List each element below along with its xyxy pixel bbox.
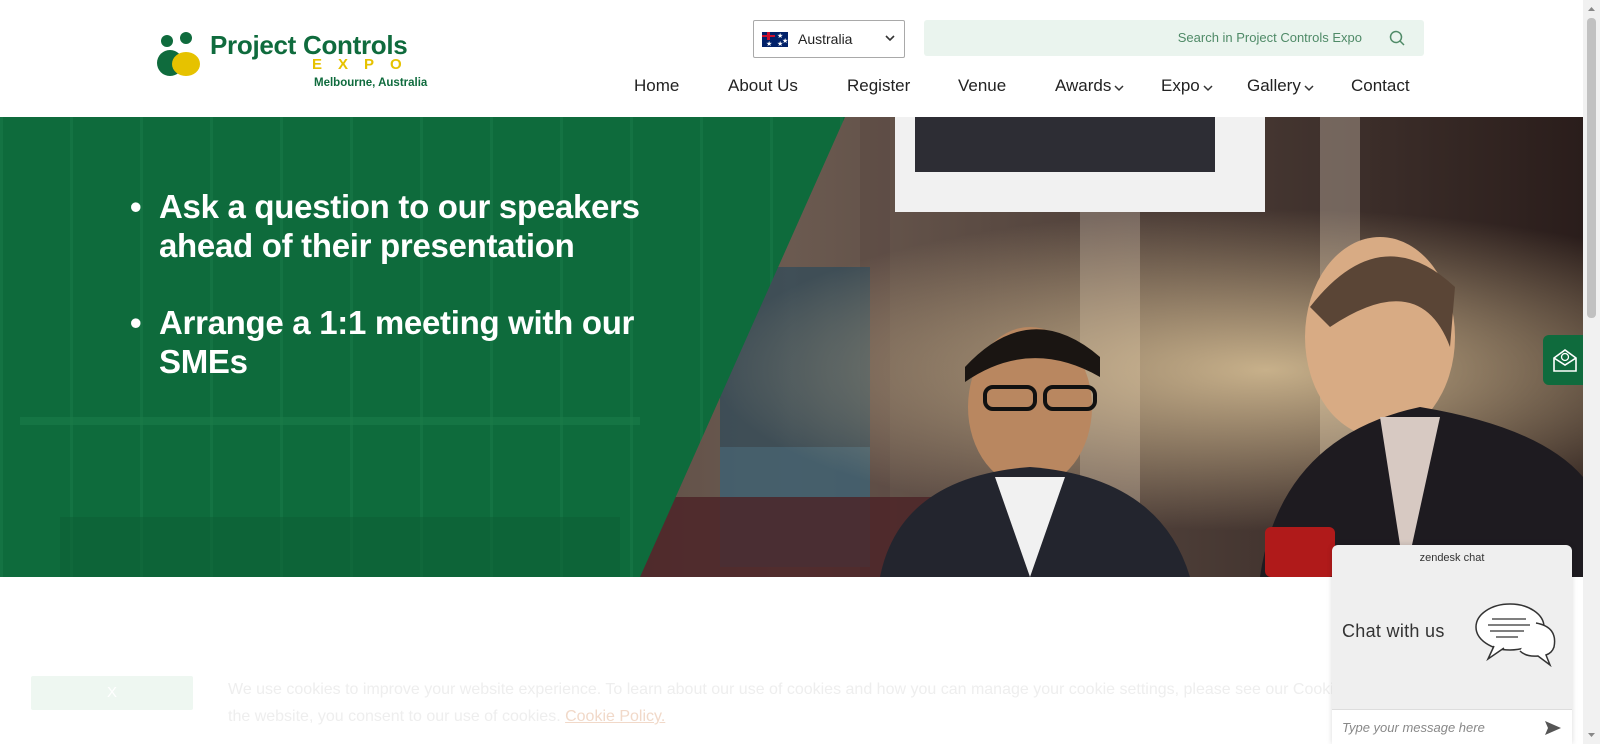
search-icon[interactable] [1388,29,1406,47]
chat-input-placeholder: Type your message here [1342,720,1485,735]
hero-banner: Ask a question to our speakers ahead of … [0,117,1583,577]
search-placeholder: Search in Project Controls Expo [1177,30,1362,45]
search-input[interactable]: Search in Project Controls Expo [924,20,1424,56]
chat-title: Chat with us [1342,621,1445,641]
nav-item-label: Gallery [1247,76,1301,95]
nav-item-label: About Us [728,76,798,95]
scroll-down-arrow-icon[interactable] [1587,730,1596,740]
nav-item-about-us[interactable]: About Us [728,76,798,96]
page-scrollbar[interactable] [1583,0,1600,744]
chevron-down-icon [1114,84,1124,91]
hero-bullet: Ask a question to our speakers ahead of … [130,187,690,265]
country-select[interactable]: ★ ★ ★ ★ Australia [753,20,905,58]
nav-item-label: Register [847,76,911,95]
nav-item-register[interactable]: Register [847,76,910,96]
logo-expo: EXPO [312,56,418,73]
nav-item-awards[interactable]: Awards [1055,76,1124,96]
main-nav: Home About Us Register Venue Awards Expo… [0,76,1583,102]
chat-message-input[interactable]: Type your message here [1332,709,1572,744]
logo-mark-icon [157,32,200,76]
scrollbar-thumb[interactable] [1587,18,1596,318]
chevron-down-icon [1203,84,1213,91]
chevron-down-icon [885,35,895,42]
cookie-policy-link[interactable]: Cookie Policy. [565,708,665,725]
hero-bullet-list: Ask a question to our speakers ahead of … [130,187,690,419]
cookie-text-line1: We use cookies to improve your website e… [228,681,1338,698]
chat-bubble-icon [1475,603,1556,667]
cookie-text-line2: the website, you consent to our use of c… [228,703,1338,730]
nav-item-home[interactable]: Home [634,76,679,96]
australia-flag-icon: ★ ★ ★ ★ [762,31,788,47]
chevron-down-icon [1304,84,1314,91]
cookie-text-prefix: the website, you consent to our use of c… [228,708,561,725]
hero-bullet: Arrange a 1:1 meeting with our SMEs [130,303,690,381]
cookie-close-button[interactable]: X [31,676,193,710]
nav-item-label: Contact [1351,76,1410,95]
envelope-icon [1553,349,1577,372]
nav-item-venue[interactable]: Venue [958,76,1006,96]
nav-item-label: Venue [958,76,1007,95]
page: Project Controls EXPO Melbourne, Austral… [0,0,1583,744]
cookie-notice: We use cookies to improve your website e… [228,676,1338,730]
send-icon[interactable] [1544,719,1562,737]
zendesk-chat-widget[interactable]: zendesk chat Chat with us Type your mess… [1332,545,1572,744]
nav-item-label: Home [634,76,680,95]
nav-item-label: Awards [1055,76,1112,95]
nav-item-label: Expo [1161,76,1200,95]
contact-tab[interactable] [1543,335,1583,385]
nav-item-gallery[interactable]: Gallery [1247,76,1314,96]
scroll-up-arrow-icon[interactable] [1587,4,1596,14]
nav-item-expo[interactable]: Expo [1161,76,1213,96]
country-select-value: Australia [798,31,853,47]
nav-item-contact[interactable]: Contact [1351,76,1410,96]
zendesk-brand: zendesk chat [1419,552,1485,564]
